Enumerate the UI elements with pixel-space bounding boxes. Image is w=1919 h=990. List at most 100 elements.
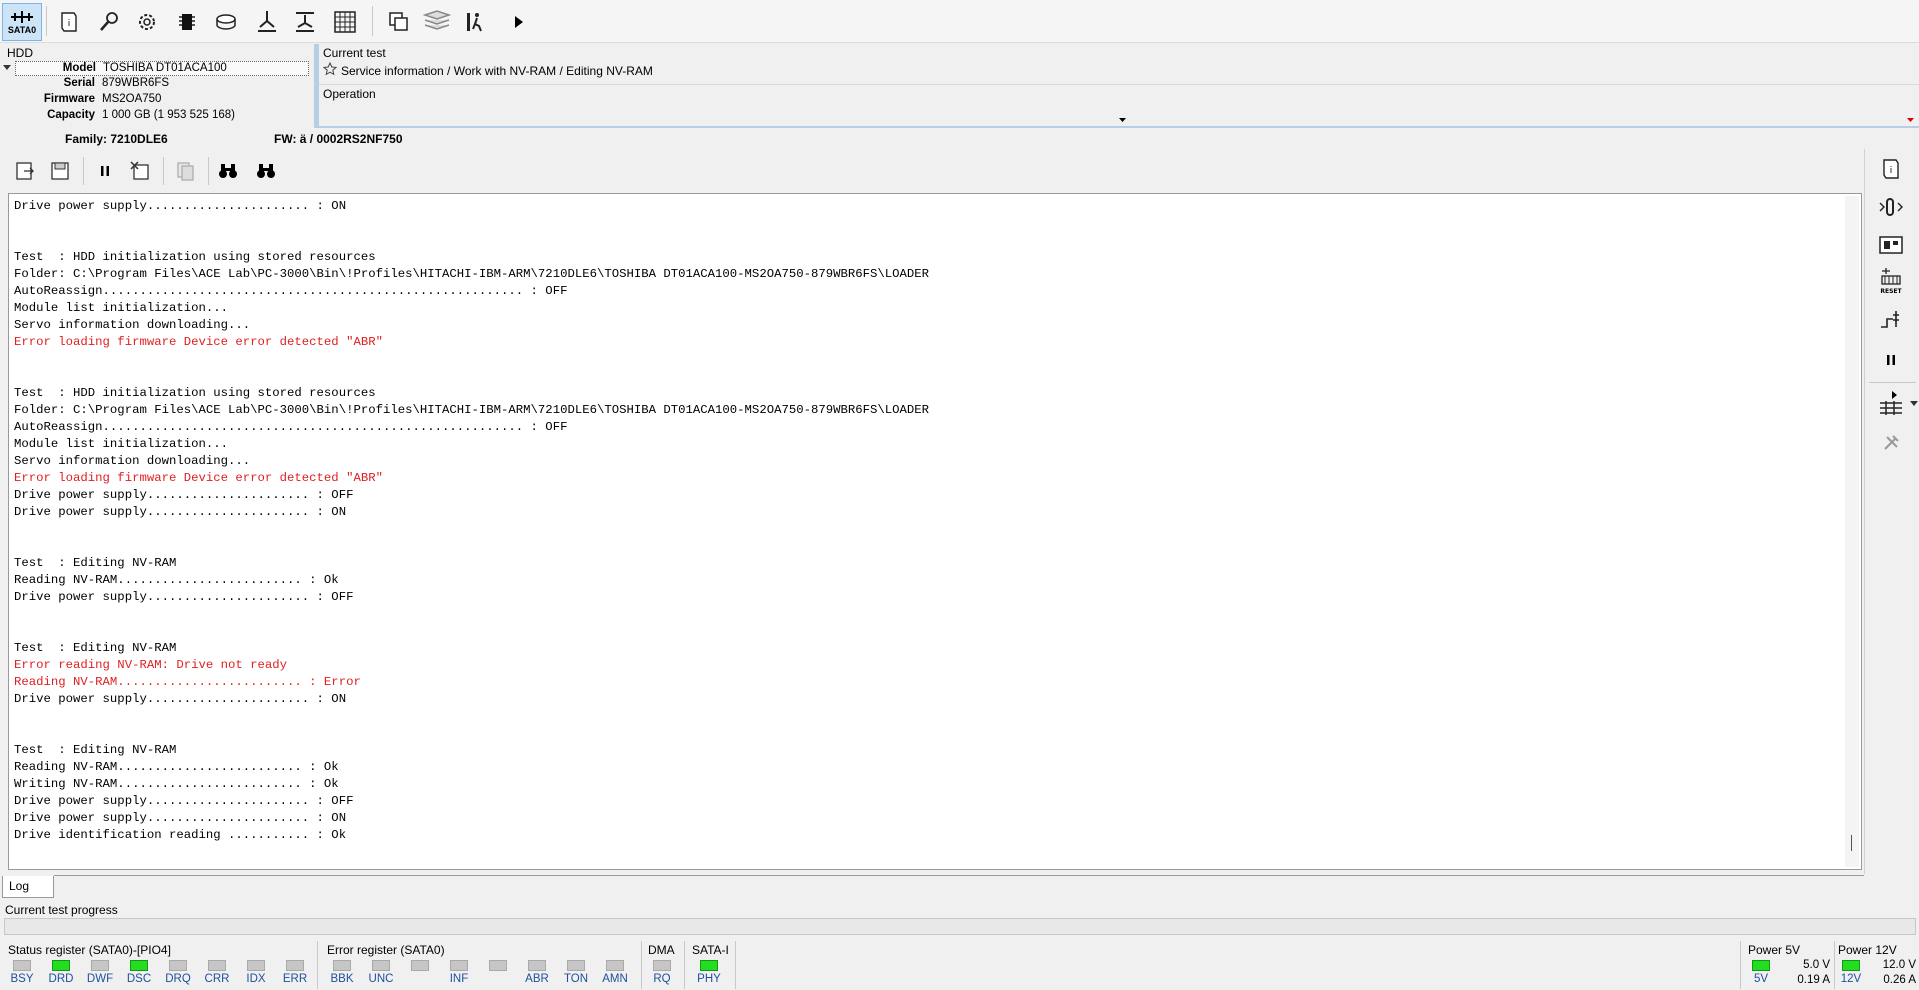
hdd-row-label: Model	[62, 62, 96, 74]
settings-button[interactable]	[130, 5, 164, 39]
binoculars-icon	[219, 164, 237, 178]
log-line: AutoReassign............................…	[14, 284, 568, 298]
main-toolbar: SATA0 i	[0, 0, 1919, 43]
error-register-title: Error register (SATA0)	[327, 943, 445, 957]
info-scroll-icon: i	[1883, 159, 1899, 179]
copy-icon	[177, 162, 194, 181]
grid-icon	[334, 11, 356, 33]
hdd-title: HDD	[7, 46, 33, 60]
log-line: Error loading firmware Device error dete…	[14, 335, 383, 349]
chevron-down-icon[interactable]	[1119, 118, 1126, 123]
chevron-down-icon[interactable]	[3, 65, 11, 71]
led-indicator	[450, 960, 468, 971]
led-indicator	[169, 960, 187, 971]
log-line: Reading NV-RAM......................... …	[14, 675, 361, 689]
led-indicator	[567, 960, 585, 971]
info-panel-button[interactable]: i	[1875, 153, 1907, 185]
play-button[interactable]	[502, 5, 536, 39]
led-indicator	[528, 960, 546, 971]
info-button[interactable]: i	[52, 5, 86, 39]
pause-icon	[101, 166, 109, 176]
sata-port-button[interactable]: SATA0	[2, 3, 42, 41]
board-button[interactable]	[1875, 229, 1907, 261]
database-button[interactable]	[420, 5, 454, 39]
led-label: BBK	[330, 973, 354, 985]
delete-icon	[130, 161, 149, 180]
log-line: Reading NV-RAM......................... …	[14, 573, 339, 587]
drive-button[interactable]	[210, 5, 244, 39]
find-button[interactable]	[213, 156, 243, 186]
tracks-button[interactable]	[288, 5, 322, 39]
log-line: Servo information downloading...	[14, 454, 251, 468]
sata-label: SATA0	[7, 25, 37, 35]
chevron-down-icon[interactable]	[1910, 401, 1918, 406]
tools-icon	[1884, 435, 1899, 450]
save-log-button[interactable]	[45, 156, 75, 186]
right-tool-strip: i RESET	[1864, 149, 1919, 874]
log-panel[interactable]: Drive power supply......................…	[8, 193, 1862, 870]
led-cell: AMN	[597, 958, 633, 988]
led-label: AMN	[602, 973, 628, 985]
find-next-button[interactable]	[251, 156, 281, 186]
save-icon	[51, 162, 69, 180]
hdd-row-model[interactable]: Model TOSHIBA DT01ACA100	[15, 61, 309, 76]
pause-side-button[interactable]	[1875, 344, 1907, 376]
dma-title: DMA	[648, 943, 675, 957]
led-label: UNC	[368, 973, 394, 985]
copy-button[interactable]	[170, 156, 200, 186]
led-label: CRR	[204, 973, 230, 985]
delete-log-button[interactable]	[125, 156, 155, 186]
scroll-thumb[interactable]	[1851, 835, 1852, 851]
power12v-title: Power 12V	[1838, 943, 1897, 957]
heads-button[interactable]	[250, 5, 284, 39]
hdd-row-label: Capacity	[47, 109, 95, 121]
runner-icon	[467, 13, 482, 32]
fw-text: FW: ä / 0002RS2NF750	[274, 132, 403, 146]
led-cell: PHY	[691, 958, 727, 988]
led-cell: DSC	[121, 958, 157, 988]
log-line: Drive power supply......................…	[14, 794, 354, 808]
probe-button[interactable]	[92, 5, 126, 39]
windows-button[interactable]	[382, 5, 416, 39]
chip-icon	[179, 14, 195, 30]
open-log-button[interactable]	[10, 156, 40, 186]
runner-button[interactable]	[458, 5, 492, 39]
power-toggle-button[interactable]	[1875, 191, 1907, 223]
log-line: Folder: C:\Program Files\ACE Lab\PC-3000…	[14, 267, 930, 281]
log-line: Error reading NV-RAM: Drive not ready	[14, 658, 288, 672]
log-line: Error loading firmware Device error dete…	[14, 471, 383, 485]
led-cell: INF	[441, 958, 477, 988]
hdd-row-value: TOSHIBA DT01ACA100	[103, 62, 227, 74]
log-scrollbar[interactable]	[1845, 196, 1859, 867]
run-tracks-button[interactable]	[1875, 387, 1907, 419]
log-line: Test : HDD initialization using stored r…	[14, 386, 376, 400]
tools-button[interactable]	[1875, 427, 1907, 459]
led-cell: ERR	[277, 958, 313, 988]
reset-button[interactable]: RESET	[1875, 265, 1907, 297]
connect-button[interactable]	[1875, 304, 1907, 336]
led-indicator	[489, 960, 507, 971]
led-cell	[480, 958, 516, 988]
led-label: PHY	[697, 973, 721, 985]
hdd-row-value: 879WBR6FS	[102, 77, 170, 89]
chip-button[interactable]	[170, 5, 204, 39]
led-cell: CRR	[199, 958, 235, 988]
tab-log[interactable]: Log	[2, 876, 54, 898]
led-indicator	[333, 960, 351, 971]
log-line: Drive power supply......................…	[14, 692, 347, 706]
drive-icon	[216, 14, 236, 30]
grid-button[interactable]	[328, 5, 362, 39]
svg-text:i: i	[1890, 166, 1893, 176]
hdd-row-serial: Serial 879WBR6FS	[15, 77, 309, 92]
log-line: AutoReassign............................…	[14, 420, 568, 434]
led-indicator	[52, 960, 70, 971]
log-line: Writing NV-RAM......................... …	[14, 777, 339, 791]
led-indicator	[13, 960, 31, 971]
led-cell: BSY	[4, 958, 40, 988]
chevron-down-icon[interactable]	[1907, 118, 1914, 123]
pause-button[interactable]	[90, 156, 120, 186]
led-cell: ABR	[519, 958, 555, 988]
